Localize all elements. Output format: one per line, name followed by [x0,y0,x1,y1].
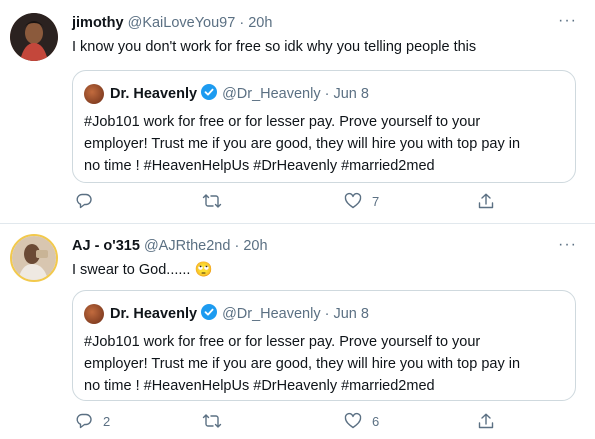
more-options-icon[interactable]: ··· [558,236,577,254]
like-button[interactable]: 7 [344,192,379,210]
quoted-line: #Job101 work for free or for lesser pay.… [84,334,481,350]
separator: · [234,238,240,254]
verified-badge-icon [201,84,218,104]
retweet-button[interactable] [202,192,232,210]
author-name[interactable]: jimothy [72,15,124,31]
like-button[interactable]: 6 [344,412,379,430]
like-count: 6 [372,413,380,429]
quoted-date: Jun 8 [333,86,369,102]
tweet-text-body: I swear to God...... [72,262,191,278]
quoted-line: #Job101 work for free or for lesser pay.… [84,114,481,130]
share-icon [478,413,494,429]
quoted-tweet-text: #Job101 work for free or for lesser pay.… [84,111,570,177]
retweet-icon [202,414,222,428]
tweet-actions: 2 6 [72,412,512,432]
quoted-author-handle: @Dr_Heavenly [222,86,321,102]
quoted-line: employer! Trust me if you are good, they… [84,136,521,152]
more-options-icon[interactable]: ··· [558,12,577,30]
share-icon [478,193,494,209]
reply-button[interactable] [75,192,103,210]
quoted-avatar [84,84,104,104]
avatar[interactable] [10,13,58,61]
eye-roll-emoji-icon: 🙄 [194,262,213,278]
tweet-actions: 7 [72,192,512,212]
quoted-tweet[interactable]: Dr. Heavenly @Dr_Heavenly · Jun 8 #Job10… [72,70,576,183]
reply-count: 2 [103,413,111,429]
retweet-icon [202,194,222,208]
reply-icon [76,413,92,429]
avatar[interactable] [10,234,58,282]
quoted-author-name: Dr. Heavenly [110,86,198,102]
tweet-2[interactable]: AJ - o'315 @AJRthe2nd · 20h ··· I swear … [0,224,595,439]
separator: · [324,86,330,102]
quoted-line: no time ! #HeavenHelpUs #DrHeavenly #mar… [84,158,435,174]
heart-icon [344,192,362,209]
author-name[interactable]: AJ - o'315 [72,238,140,254]
quoted-author-handle: @Dr_Heavenly [222,306,321,322]
share-button[interactable] [477,192,495,210]
like-count: 7 [372,193,380,209]
timestamp[interactable]: 20h [243,238,267,254]
author-handle[interactable]: @AJRthe2nd [144,238,230,254]
quoted-tweet-text: #Job101 work for free or for lesser pay.… [84,331,570,397]
separator: · [324,306,330,322]
quoted-line: no time ! #HeavenHelpUs #DrHeavenly #mar… [84,378,435,394]
tweet-text: I swear to God...... 🙄 [72,261,213,278]
verified-badge-icon [201,304,218,324]
reply-icon [76,193,92,209]
tweet-text: I know you don't work for free so idk wh… [72,39,477,55]
share-button[interactable] [477,412,495,430]
timestamp[interactable]: 20h [248,15,272,31]
reply-button[interactable]: 2 [75,412,110,430]
quoted-author-name: Dr. Heavenly [110,306,198,322]
quoted-date: Jun 8 [333,306,369,322]
quoted-avatar [84,304,104,324]
quoted-line: employer! Trust me if you are good, they… [84,356,521,372]
retweet-button[interactable] [202,412,232,430]
tweet-1[interactable]: jimothy @KaiLoveYou97 · 20h ··· I know y… [0,0,595,218]
quoted-tweet[interactable]: Dr. Heavenly @Dr_Heavenly · Jun 8 #Job10… [72,290,576,401]
author-handle[interactable]: @KaiLoveYou97 [128,15,236,31]
separator: · [239,15,245,31]
heart-icon [344,412,362,429]
